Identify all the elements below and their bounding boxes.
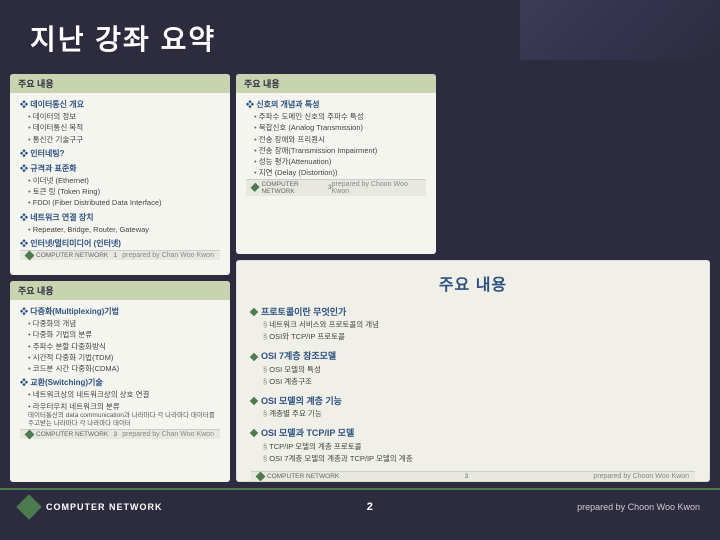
sub-protocol-1: 네트워크 서비스와 프로토콜의 개념 xyxy=(251,319,695,331)
card-header-3: 주요 내용 xyxy=(10,281,230,300)
bullet-sig-3: 전송 장애와 프리퀀시 xyxy=(246,134,426,145)
bullet-sig-2: 복합신호 (Analog Transmission) xyxy=(246,122,426,133)
left-column: 주요 내용 ❖ 데이터통신 개요 데이터의 정보 데이터통신 목적 통신간 기술… xyxy=(10,74,230,482)
slide-mini-logo-tr: COMPUTER NETWORK xyxy=(252,181,328,195)
main-content: 주요 내용 ❖ 데이터통신 개요 데이터의 정보 데이터통신 목적 통신간 기술… xyxy=(0,68,720,488)
prepared-by-3: prepared by Chan Woo Kwon xyxy=(122,431,214,438)
section-network-device: ❖ 네트워크 연결 장치 xyxy=(20,212,220,224)
bullet-mux-1: 다중화의 개념 xyxy=(20,318,220,329)
diamond-osi-func xyxy=(250,397,258,405)
mini-diamond-icon-3 xyxy=(25,429,35,439)
section-protocol: 프로토콜이란 무엇인가 네트워크 서비스와 프로토콜의 개념 OSI와 TCP/… xyxy=(251,305,695,343)
slide-mini-logo-main: COMPUTER NETWORK xyxy=(257,473,339,480)
bullet-sig-5: 성능 평가(Attenuation) xyxy=(246,156,426,167)
bullet-token: 토큰 링 (Token Ring) xyxy=(20,186,220,197)
sub-protocol-2: OSI와 TCP/IP 프로토콜 xyxy=(251,331,695,343)
slide-mini-logo-1: COMPUTER NETWORK xyxy=(26,252,108,259)
footer-left: COMPUTER NETWORK xyxy=(20,498,163,516)
page-container: 지난 강좌 요약 주요 내용 ❖ 데이터통신 개요 데이터의 정보 데이터통신 … xyxy=(0,0,720,540)
card-content-3: ❖ 다중화(Multiplexing)기법 다중화의 개념 다중화 기법의 분류… xyxy=(20,306,220,429)
spacer-top xyxy=(442,74,710,254)
bullet-sig-6: 지연 (Delay (Distortion)) xyxy=(246,167,426,178)
section-heading-osi-func: OSI 모델의 계층 기능 xyxy=(251,394,695,408)
sub-osi-2: OSI 계층구조 xyxy=(251,376,695,388)
bullet-sig-4: 전송 장애(Transmission Impairment) xyxy=(246,145,426,156)
slide-logo-text-1: COMPUTER NETWORK xyxy=(36,252,108,259)
bullet-mux-4: 시간적 다중화 기법(TDM) xyxy=(20,352,220,363)
main-card-content: 프로토콜이란 무엇인가 네트워크 서비스와 프로토콜의 개념 OSI와 TCP/… xyxy=(251,305,695,465)
slide-mini-logo-3: COMPUTER NETWORK xyxy=(26,431,108,438)
section-internet: ❖ 인터네팅? xyxy=(20,148,220,160)
right-column: 주요 내용 ❖ 신호의 개념과 특성 주파수 도메인 신호의 주파수 특성 복합… xyxy=(236,74,710,482)
bullet-eth: 이더넷 (Ethernet) xyxy=(20,175,220,186)
prepared-by-main: prepared by Choon Woo Kwon xyxy=(593,473,689,480)
bullet-sig-1: 주파수 도메인 신호의 주파수 특성 xyxy=(246,111,426,122)
footer-credit: prepared by Choon Woo Kwon xyxy=(577,502,700,512)
bullet-1: 데이터의 정보 xyxy=(20,111,220,122)
bullet-sw-1: 네트워크상의 네트워크상의 상호 연결 xyxy=(20,389,220,400)
section-internet2: ❖ 인터넷/멀티미디어 (인터넷) xyxy=(20,238,220,250)
slide-footer-1: COMPUTER NETWORK 1 prepared by Chan Woo … xyxy=(20,250,220,260)
mini-diamond-icon-tr xyxy=(250,183,260,193)
sub-tcp-1: TCP/IP 모델의 계층 프로토콜 xyxy=(251,441,695,453)
mini-diamond-icon-1 xyxy=(25,250,35,260)
slide-footer-main: COMPUTER NETWORK 3 prepared by Choon Woo… xyxy=(251,471,695,481)
bullet-sw-3: 데이터통신의 data communication과 나라마다 각 나라마다 데… xyxy=(20,412,220,429)
prepared-by-tr: prepared by Choon Woo Kwon xyxy=(332,181,420,195)
sub-tcp-2: OSI 7계층 모델의 계층과 TCP/IP 모델의 계층 xyxy=(251,453,695,465)
main-center-card: 주요 내용 프로토콜이란 무엇인가 네트워크 서비스와 프로토콜의 개념 OSI… xyxy=(236,260,710,482)
card-header-1: 주요 내용 xyxy=(10,74,230,93)
section-osi-func: OSI 모델의 계층 기능 계층별 주요 기능 xyxy=(251,394,695,420)
section-standard: ❖ 규격과 표준화 xyxy=(20,163,220,175)
top-row: 주요 내용 ❖ 신호의 개념과 특성 주파수 도메인 신호의 주파수 특성 복합… xyxy=(236,74,710,254)
section-osi: OSI 7계층 참조모델 OSI 모델의 특성 OSI 계층구조 xyxy=(251,349,695,387)
bullet-2: 데이터통신 목적 xyxy=(20,122,220,133)
bullet-devices: Repeater, Bridge, Router, Gateway xyxy=(20,224,220,235)
bullet-mux-2: 다중화 기법의 분류 xyxy=(20,329,220,340)
slide-footer-3: COMPUTER NETWORK 3 prepared by Chan Woo … xyxy=(20,429,220,439)
slide-card-top-right: 주요 내용 ❖ 신호의 개념과 특성 주파수 도메인 신호의 주파수 특성 복합… xyxy=(236,74,436,254)
slide-logo-text-tr: COMPUTER NETWORK xyxy=(261,181,328,195)
section-heading-osi: OSI 7계층 참조모델 xyxy=(251,349,695,363)
prepared-by-1: prepared by Chan Woo Kwon xyxy=(122,252,214,259)
sub-osi-1: OSI 모델의 특성 xyxy=(251,364,695,376)
slide-footer-tr: COMPUTER NETWORK 3 prepared by Choon Woo… xyxy=(246,179,426,196)
section-osi-tcp: OSI 모델과 TCP/IP 모델 TCP/IP 모델의 계층 프로토콜 OSI… xyxy=(251,426,695,464)
diamond-protocol xyxy=(250,308,258,316)
bullet-sw-2: 라우터우치 네트워크의 분류 xyxy=(20,401,220,412)
slide-number-main: 3 xyxy=(465,473,469,480)
slide-card-1: 주요 내용 ❖ 데이터통신 개요 데이터의 정보 데이터통신 목적 통신간 기술… xyxy=(10,74,230,275)
section-heading-osi-tcp: OSI 모델과 TCP/IP 모델 xyxy=(251,426,695,440)
slide-logo-text-main: COMPUTER NETWORK xyxy=(267,473,339,480)
sub-osi-func-1: 계층별 주요 기능 xyxy=(251,408,695,420)
slide-number-1: 1 xyxy=(113,252,117,259)
card-content-tr: ❖ 신호의 개념과 특성 주파수 도메인 신호의 주파수 특성 복합신호 (An… xyxy=(246,99,426,179)
footer: COMPUTER NETWORK 2 prepared by Choon Woo… xyxy=(0,488,720,524)
section-data-comm: ❖ 데이터통신 개요 xyxy=(20,99,220,111)
card-content-1: ❖ 데이터통신 개요 데이터의 정보 데이터통신 목적 통신간 기술구구 ❖ 인… xyxy=(20,99,220,250)
footer-logo-text: COMPUTER NETWORK xyxy=(46,502,163,512)
slide-card-3: 주요 내용 ❖ 다중화(Multiplexing)기법 다중화의 개념 다중화 … xyxy=(10,281,230,482)
mini-diamond-icon-main xyxy=(256,471,266,481)
diamond-osi-tcp xyxy=(250,429,258,437)
section-heading-protocol: 프로토콜이란 무엇인가 xyxy=(251,305,695,319)
section-mux: ❖ 다중화(Multiplexing)기법 xyxy=(20,306,220,318)
slide-number-3: 3 xyxy=(113,431,117,438)
diamond-osi xyxy=(250,352,258,360)
bullet-mux-5: 코드분 시간 다중화(CDMA) xyxy=(20,363,220,374)
bullet-3: 통신간 기술구구 xyxy=(20,134,220,145)
bullet-mux-3: 주파수 분할 다중화방식 xyxy=(20,341,220,352)
section-signal: ❖ 신호의 개념과 특성 xyxy=(246,99,426,111)
bullet-fddi: FDDI (Fiber Distributed Data Interface) xyxy=(20,197,220,208)
footer-logo-diamond-icon xyxy=(16,494,41,519)
section-switch: ❖ 교환(Switching)기술 xyxy=(20,377,220,389)
main-card-title: 주요 내용 xyxy=(251,271,695,295)
card-header-tr: 주요 내용 xyxy=(236,74,436,93)
footer-page-number: 2 xyxy=(367,501,373,513)
header-decoration xyxy=(520,0,720,60)
header: 지난 강좌 요약 xyxy=(0,0,720,68)
slide-logo-text-3: COMPUTER NETWORK xyxy=(36,431,108,438)
